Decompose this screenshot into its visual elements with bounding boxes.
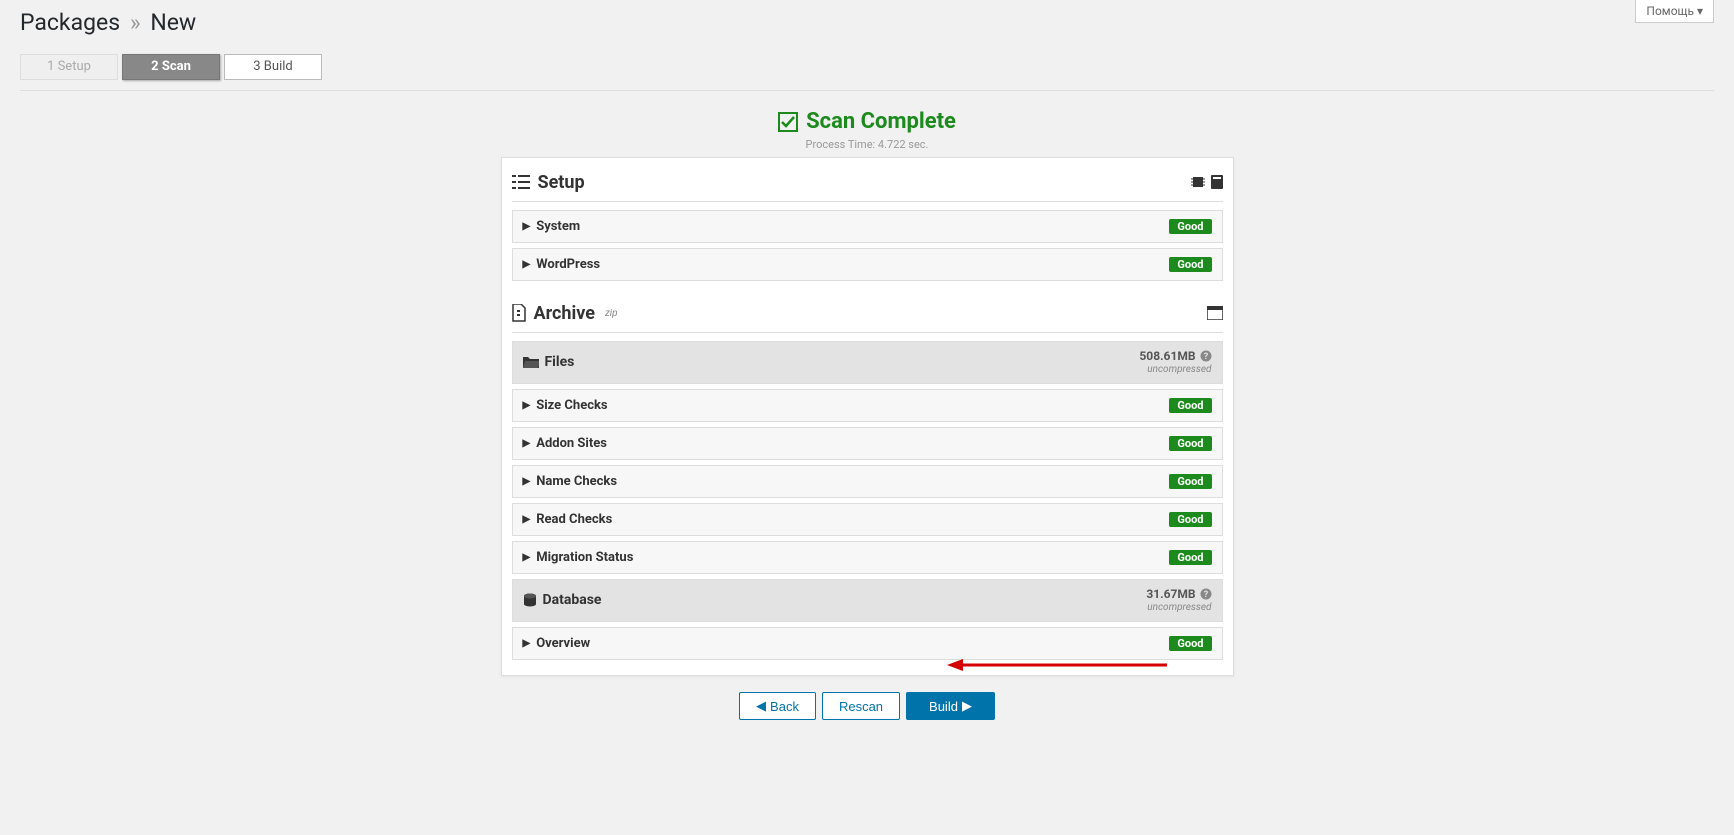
wizard-steps: 1 Setup 2 Scan 3 Build [20,54,1714,91]
row-label: Read Checks [536,512,612,527]
step-scan[interactable]: 2 Scan [122,54,220,80]
status-badge: Good [1169,219,1211,234]
back-button[interactable]: ◀ Back [739,692,816,720]
scan-status-title: Scan Complete [806,109,956,134]
help-icon[interactable]: ? [1200,588,1212,600]
database-size: 31.67MB [1146,588,1195,601]
setup-section-header: Setup [512,168,1223,202]
database-row-overview[interactable]: ▶ Overview Good [512,627,1223,660]
status-badge: Good [1169,636,1211,651]
check-icon [778,112,798,132]
file-archive-icon [512,304,526,322]
build-button[interactable]: Build ▶ [906,692,995,720]
window-icon[interactable] [1207,306,1223,320]
row-label: Migration Status [536,550,633,565]
status-badge: Good [1169,512,1211,527]
row-label: WordPress [536,257,600,272]
svg-text:?: ? [1203,590,1208,600]
caret-right-icon: ▶ [523,221,531,232]
files-row-read-checks[interactable]: ▶ Read Checks Good [512,503,1223,536]
svg-text:?: ? [1203,352,1208,362]
archive-database-header[interactable]: Database 31.67MB ? uncompressed [512,579,1223,622]
page-title-main: Packages [20,9,120,36]
caret-right-icon: ▶ [523,552,531,563]
files-row-name-checks[interactable]: ▶ Name Checks Good [512,465,1223,498]
archive-section-header: Archive zip [512,299,1223,333]
setup-row-wordpress[interactable]: ▶ WordPress Good [512,248,1223,281]
archive-format: zip [605,308,618,319]
caret-right-icon: ▶ [523,438,531,449]
row-label: Addon Sites [536,436,607,451]
files-label: Files [545,354,575,370]
scan-panel: Setup ▶ System Good ▶ WordPress Good [501,157,1234,677]
db-small-icon[interactable] [1211,175,1223,189]
files-note: uncompressed [1139,364,1211,375]
back-label: Back [770,699,799,714]
scan-status: Scan Complete Process Time: 4.722 sec. [20,109,1714,151]
caret-right-icon: ▶ [523,400,531,411]
status-badge: Good [1169,550,1211,565]
database-label: Database [543,592,602,608]
caret-right-icon: ▶ [523,476,531,487]
setup-title: Setup [538,172,585,193]
help-tab[interactable]: Помощь ▾ [1635,0,1714,23]
files-size: 508.61MB [1139,350,1195,363]
step-setup[interactable]: 1 Setup [20,54,118,80]
status-badge: Good [1169,474,1211,489]
archive-files-header[interactable]: Files 508.61MB ? uncompressed [512,341,1223,384]
database-icon [523,593,537,607]
page-title-separator: » [130,9,141,36]
triangle-right-icon: ▶ [962,698,972,714]
status-badge: Good [1169,436,1211,451]
help-icon[interactable]: ? [1200,350,1212,362]
list-icon [512,173,530,191]
files-row-migration-status[interactable]: ▶ Migration Status Good [512,541,1223,574]
row-label: Overview [536,636,590,651]
status-badge: Good [1169,257,1211,272]
action-bar: ◀ Back Rescan Build ▶ [501,692,1234,720]
rescan-button[interactable]: Rescan [822,692,900,720]
page-title: Packages » New [20,0,1714,40]
caret-right-icon: ▶ [523,259,531,270]
caret-right-icon: ▶ [523,638,531,649]
scan-status-subtitle: Process Time: 4.722 sec. [20,138,1714,151]
build-label: Build [929,699,958,714]
caret-right-icon: ▶ [523,514,531,525]
archive-title: Archive [534,303,595,324]
triangle-left-icon: ◀ [756,698,766,714]
page-title-sub: New [150,9,196,36]
folder-open-icon [523,355,539,369]
row-label: Name Checks [536,474,617,489]
step-build[interactable]: 3 Build [224,54,322,80]
files-row-size-checks[interactable]: ▶ Size Checks Good [512,389,1223,422]
database-note: uncompressed [1146,602,1211,613]
chip-icon[interactable] [1191,175,1205,189]
files-row-addon-sites[interactable]: ▶ Addon Sites Good [512,427,1223,460]
status-badge: Good [1169,398,1211,413]
setup-row-system[interactable]: ▶ System Good [512,210,1223,243]
row-label: Size Checks [536,398,607,413]
row-label: System [536,219,580,234]
